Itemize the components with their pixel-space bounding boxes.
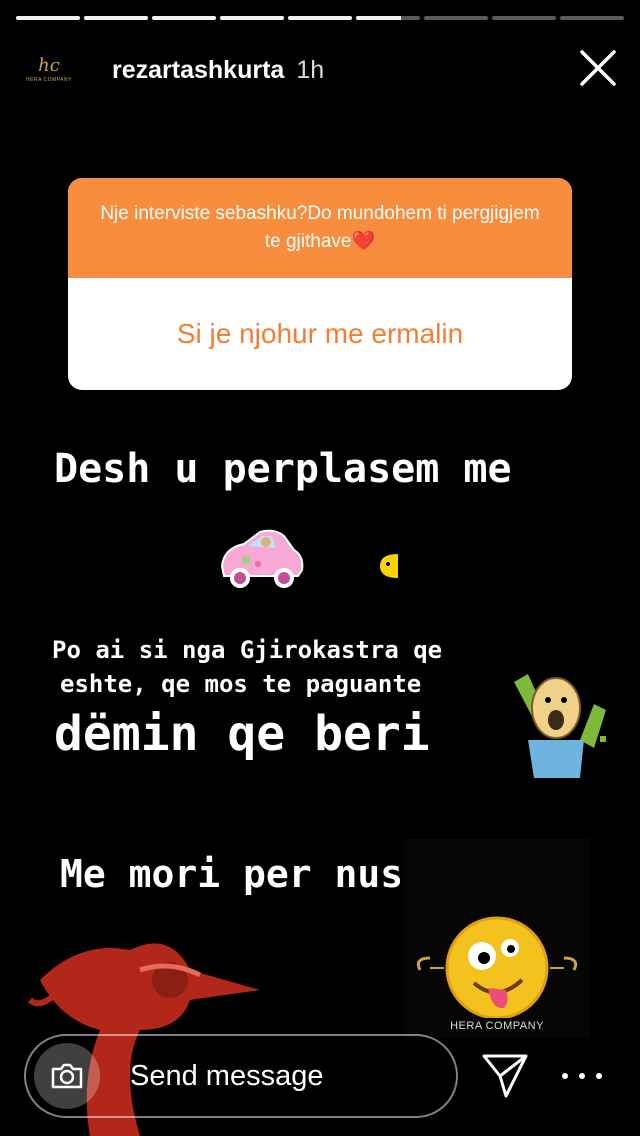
progress-segment (220, 16, 284, 20)
watermark-brand: HERA COMPANY (450, 1020, 544, 1032)
avatar-subtitle: HERA COMPANY (26, 77, 72, 83)
story-progress-bar (16, 16, 624, 20)
post-time: 1h (296, 55, 325, 84)
dot (562, 1073, 568, 1079)
username[interactable]: rezartashkurta (112, 56, 284, 85)
question-prompt: Nje interviste sebashku?Do mundohem ti p… (68, 178, 572, 278)
story-text-line: dëmin qe beri (54, 706, 430, 762)
crazy-face-emoji-icon (416, 916, 578, 1020)
send-message-input[interactable]: Send message (130, 1060, 323, 1093)
dot (579, 1073, 585, 1079)
send-message-bar[interactable]: Send message (24, 1034, 458, 1118)
more-options-icon[interactable] (562, 1068, 602, 1084)
avatar[interactable]: hc HERA COMPANY (22, 43, 76, 97)
story-text-line: Po ai si nga Gjirokastra qe (52, 636, 443, 664)
pink-car-sticker (220, 529, 304, 588)
question-answer: Si je njohur me ermalin (176, 318, 464, 349)
story-text-line: Desh u perplasem me (54, 446, 512, 492)
progress-segment (560, 16, 624, 20)
progress-segment-current (356, 16, 420, 20)
camera-button[interactable] (34, 1043, 100, 1109)
story-text-line: eshte, qe mos te paguante (60, 670, 422, 698)
camera-icon (51, 1063, 83, 1089)
progress-segment (424, 16, 488, 20)
direct-share-icon[interactable] (480, 1050, 530, 1100)
avatar-monogram: hc (38, 55, 60, 76)
close-icon[interactable] (578, 48, 618, 88)
progress-segment (84, 16, 148, 20)
progress-segment (152, 16, 216, 20)
question-sticker[interactable]: Nje interviste sebashku?Do mundohem ti p… (68, 178, 572, 390)
story-text-line: Me mori per nuse (60, 852, 427, 896)
hera-company-watermark: HERA COMPANY (404, 838, 590, 1038)
dot (596, 1073, 602, 1079)
progress-segment (16, 16, 80, 20)
story-header: hc HERA COMPANY rezartashkurta 1h (22, 42, 618, 98)
yellow-shape-sticker (380, 554, 398, 578)
screaming-man-sticker (514, 674, 606, 778)
progress-segment (492, 16, 556, 20)
progress-segment (288, 16, 352, 20)
